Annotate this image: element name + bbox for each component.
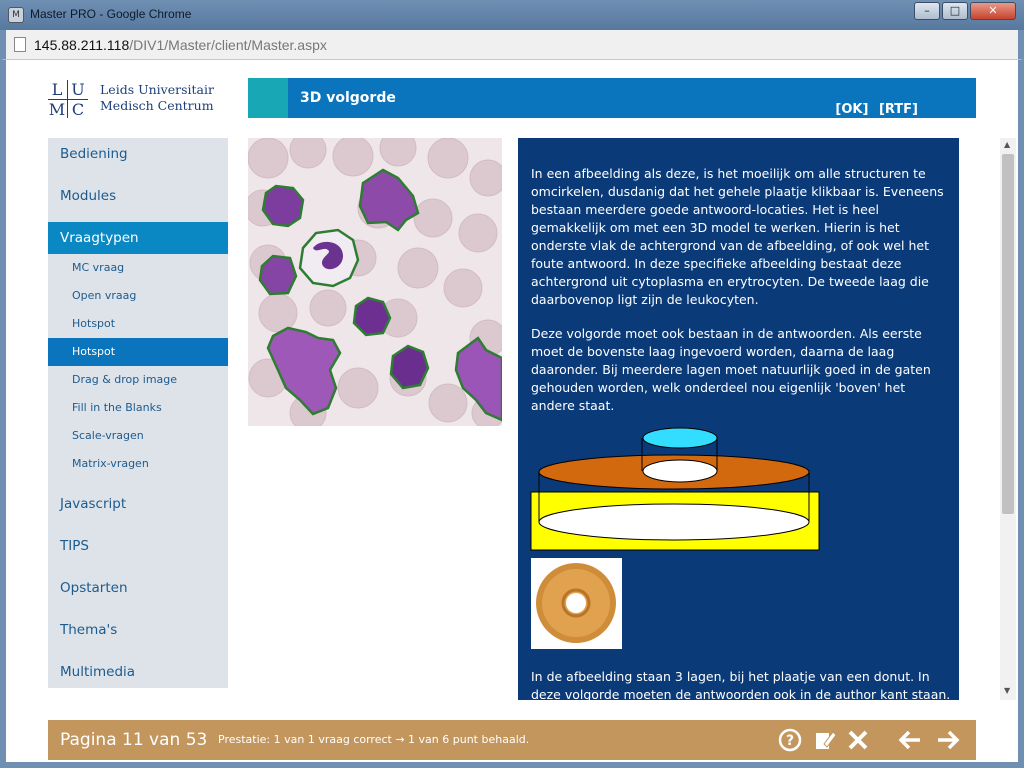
minimize-button[interactable]: –	[914, 2, 940, 20]
page-header: 3D volgorde [OK] [RTF]	[248, 78, 976, 118]
maximize-button[interactable]: □	[942, 2, 968, 20]
hotspot-image[interactable]	[248, 138, 502, 426]
sidebar: Bediening Modules Vraagtypen MC vraag Op…	[48, 138, 228, 688]
blood-cell-illustration	[248, 138, 502, 426]
donut-image	[531, 558, 622, 649]
sidebar-item-multimedia[interactable]: Multimedia	[48, 656, 228, 688]
rtf-link[interactable]: [RTF]	[879, 102, 918, 117]
logo-letter: C	[71, 100, 85, 119]
logo-letter: M	[48, 100, 66, 119]
status-text: Prestatie: 1 van 1 vraag correct → 1 van…	[218, 733, 530, 746]
logo-line2: Medisch Centrum	[100, 98, 214, 113]
sidebar-item-javascript[interactable]: Javascript	[48, 488, 228, 520]
page-counter: Pagina 11 van 53	[60, 730, 208, 750]
sidebar-subitem-drag-drop[interactable]: Drag & drop image	[48, 366, 228, 394]
window-frame-right	[1018, 60, 1024, 768]
content-panel: In een afbeelding als deze, is het moeil…	[518, 138, 959, 700]
logo-letter: L	[51, 80, 63, 99]
header-links: [OK] [RTF]	[829, 102, 918, 117]
address-bar[interactable]: 145.88.211.118/DIV1/Master/client/Master…	[0, 30, 1024, 60]
page-scrollbar[interactable]: ▲ ▼	[1000, 138, 1016, 700]
sidebar-item-tips[interactable]: TIPS	[48, 530, 228, 562]
logo-mark: L U M C	[48, 80, 88, 119]
url-field[interactable]: 145.88.211.118/DIV1/Master/client/Master…	[14, 35, 1014, 55]
content-paragraph-3: In de afbeelding staan 3 lagen, bij het …	[531, 669, 951, 700]
svg-text:?: ?	[786, 733, 794, 749]
scroll-thumb[interactable]	[1002, 154, 1014, 514]
window-frame-left	[0, 60, 6, 768]
scroll-down-icon[interactable]: ▼	[1004, 686, 1010, 695]
header-accent	[248, 78, 288, 118]
lumc-logo: L U M C Leids Universitair Medisch Centr…	[48, 80, 228, 120]
window-frame-bottom	[0, 762, 1024, 768]
sidebar-subitem-open-vraag[interactable]: Open vraag	[48, 282, 228, 310]
url-host: 145.88.211.118	[34, 37, 130, 53]
sidebar-item-bediening[interactable]: Bediening	[48, 138, 228, 170]
page-title: 3D volgorde	[300, 90, 396, 106]
sidebar-item-themas[interactable]: Thema's	[48, 614, 228, 646]
browser-titlebar: M Master PRO - Google Chrome – □ ✕	[0, 0, 1024, 30]
close-window-button[interactable]: ✕	[970, 2, 1016, 20]
arrow-left-icon[interactable]	[896, 726, 924, 754]
page-icon	[14, 37, 26, 52]
arrow-right-icon[interactable]	[934, 726, 962, 754]
sidebar-item-modules[interactable]: Modules	[48, 180, 228, 212]
sidebar-subitem-hotspot[interactable]: Hotspot	[48, 310, 228, 338]
sidebar-subitem-mc-vraag[interactable]: MC vraag	[48, 254, 228, 282]
content-paragraph-1: In een afbeelding als deze, is het moeil…	[531, 166, 944, 307]
close-icon[interactable]	[844, 726, 872, 754]
sidebar-item-vraagtypen[interactable]: Vraagtypen	[48, 222, 228, 254]
sidebar-subitem-fill-blanks[interactable]: Fill in the Blanks	[48, 394, 228, 422]
ok-link[interactable]: [OK]	[835, 102, 868, 117]
sidebar-subitem-scale[interactable]: Scale-vragen	[48, 422, 228, 450]
app-icon: M	[8, 7, 24, 23]
window-title: Master PRO - Google Chrome	[30, 7, 192, 21]
sidebar-item-opstarten[interactable]: Opstarten	[48, 572, 228, 604]
url-path: /DIV1/Master/client/Master.aspx	[129, 37, 327, 53]
footer-bar: Pagina 11 van 53 Prestatie: 1 van 1 vraa…	[48, 720, 976, 760]
sidebar-subitem-hotspot-active[interactable]: Hotspot	[48, 338, 228, 366]
logo-line1: Leids Universitair	[100, 82, 214, 97]
sidebar-subitem-matrix[interactable]: Matrix-vragen	[48, 450, 228, 478]
logo-text: Leids Universitair Medisch Centrum	[100, 82, 214, 114]
scroll-up-icon[interactable]: ▲	[1004, 140, 1010, 149]
content-paragraph-2: Deze volgorde moet ook bestaan in de ant…	[531, 326, 931, 413]
layer-diagram	[530, 427, 820, 551]
edit-note-icon[interactable]	[810, 726, 838, 754]
logo-letter: U	[71, 80, 85, 99]
help-icon[interactable]: ?	[776, 726, 804, 754]
